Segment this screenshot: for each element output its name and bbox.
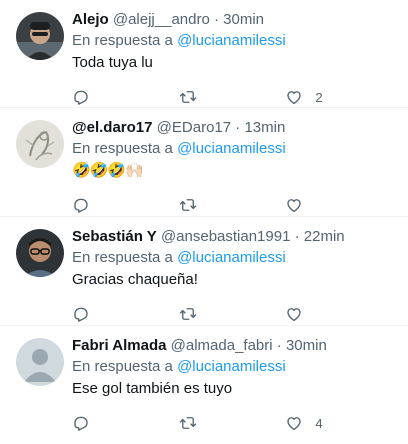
avatar[interactable] bbox=[16, 12, 64, 60]
reply-icon bbox=[74, 307, 88, 322]
retweet-button[interactable] bbox=[179, 196, 286, 214]
tweet-header: Sebastián Y @ansebastian1991 · 22min bbox=[72, 227, 392, 247]
like-button[interactable]: 2 bbox=[285, 88, 392, 106]
mention-link[interactable]: @lucianamilessi bbox=[177, 249, 286, 266]
tweet[interactable]: Alejo @alejj__andro · 30min En respuesta… bbox=[0, 0, 408, 108]
like-button[interactable] bbox=[285, 305, 392, 323]
display-name[interactable]: Alejo bbox=[72, 11, 109, 28]
retweet-button[interactable] bbox=[179, 305, 286, 323]
reply-icon bbox=[74, 416, 88, 431]
reply-icon bbox=[74, 198, 88, 213]
reply-prefix: En respuesta a bbox=[72, 358, 173, 375]
user-handle[interactable]: @EDaro17 bbox=[157, 119, 231, 136]
separator-dot: · bbox=[294, 228, 300, 245]
reply-prefix: En respuesta a bbox=[72, 32, 173, 49]
reply-button[interactable] bbox=[72, 196, 179, 214]
avatar[interactable] bbox=[16, 120, 64, 168]
retweet-icon bbox=[179, 91, 196, 103]
reply-prefix: En respuesta a bbox=[72, 140, 173, 157]
avatar[interactable] bbox=[16, 338, 64, 386]
reply-context: En respuesta a @lucianamilessi bbox=[72, 139, 392, 159]
separator-dot: · bbox=[214, 11, 219, 28]
display-name[interactable]: @el.daro17 bbox=[72, 119, 153, 136]
tweet-text: 🤣🤣🤣🙌🏻 bbox=[72, 162, 144, 179]
avatar-photo-icon bbox=[16, 12, 64, 60]
tweet-text: Ese gol también es tuyo bbox=[72, 380, 233, 397]
like-icon bbox=[287, 199, 302, 213]
reply-context: En respuesta a @lucianamilessi bbox=[72, 357, 392, 377]
reply-context: En respuesta a @lucianamilessi bbox=[72, 248, 392, 268]
like-icon bbox=[287, 417, 302, 431]
mention-link[interactable]: @lucianamilessi bbox=[177, 32, 286, 49]
tweet-actions: 4 bbox=[72, 403, 392, 443]
separator-dot: · bbox=[235, 119, 241, 136]
user-handle[interactable]: @almada_fabri bbox=[171, 337, 273, 354]
timestamp[interactable]: 13min bbox=[244, 119, 285, 136]
retweet-button[interactable] bbox=[179, 88, 286, 106]
tweet-text: Gracias chaqueña! bbox=[72, 271, 198, 288]
mention-link[interactable]: @lucianamilessi bbox=[177, 140, 286, 157]
tweet-header: Alejo @alejj__andro · 30min bbox=[72, 10, 392, 30]
timestamp[interactable]: 22min bbox=[304, 228, 345, 245]
like-icon bbox=[287, 91, 302, 105]
user-handle[interactable]: @ansebastian1991 bbox=[161, 228, 291, 245]
reply-context: En respuesta a @lucianamilessi bbox=[72, 31, 392, 51]
retweet-icon bbox=[179, 417, 196, 429]
display-name[interactable]: Sebastián Y bbox=[72, 228, 157, 245]
tweet[interactable]: Fabri Almada @almada_fabri · 30min En re… bbox=[0, 326, 408, 444]
tweet[interactable]: Sebastián Y @ansebastian1991 · 22min En … bbox=[0, 217, 408, 326]
avatar-sketch-icon bbox=[16, 120, 64, 168]
user-handle[interactable]: @alejj__andro bbox=[113, 11, 210, 28]
tweet[interactable]: @el.daro17 @EDaro17 · 13min En respuesta… bbox=[0, 108, 408, 217]
reply-button[interactable] bbox=[72, 414, 179, 432]
mention-link[interactable]: @lucianamilessi bbox=[177, 358, 286, 375]
retweet-icon bbox=[179, 308, 196, 320]
avatar-photo-icon bbox=[16, 229, 64, 277]
like-button[interactable]: 4 bbox=[285, 414, 392, 432]
tweet-header: @el.daro17 @EDaro17 · 13min bbox=[72, 118, 392, 138]
like-count: 4 bbox=[315, 415, 323, 431]
default-avatar-icon bbox=[16, 338, 64, 386]
like-button[interactable] bbox=[285, 196, 392, 214]
reply-icon bbox=[74, 90, 88, 105]
avatar[interactable] bbox=[16, 229, 64, 277]
separator-dot: · bbox=[276, 337, 282, 354]
reply-prefix: En respuesta a bbox=[72, 249, 173, 266]
like-icon bbox=[287, 308, 302, 322]
display-name[interactable]: Fabri Almada bbox=[72, 337, 166, 354]
reply-button[interactable] bbox=[72, 305, 179, 323]
tweet-text: Toda tuya lu bbox=[72, 54, 153, 71]
timestamp[interactable]: 30min bbox=[286, 337, 327, 354]
retweet-button[interactable] bbox=[179, 414, 286, 432]
timestamp[interactable]: 30min bbox=[223, 11, 264, 28]
tweet-header: Fabri Almada @almada_fabri · 30min bbox=[72, 336, 392, 356]
retweet-icon bbox=[179, 199, 196, 211]
like-count: 2 bbox=[315, 89, 323, 105]
reply-button[interactable] bbox=[72, 88, 179, 106]
